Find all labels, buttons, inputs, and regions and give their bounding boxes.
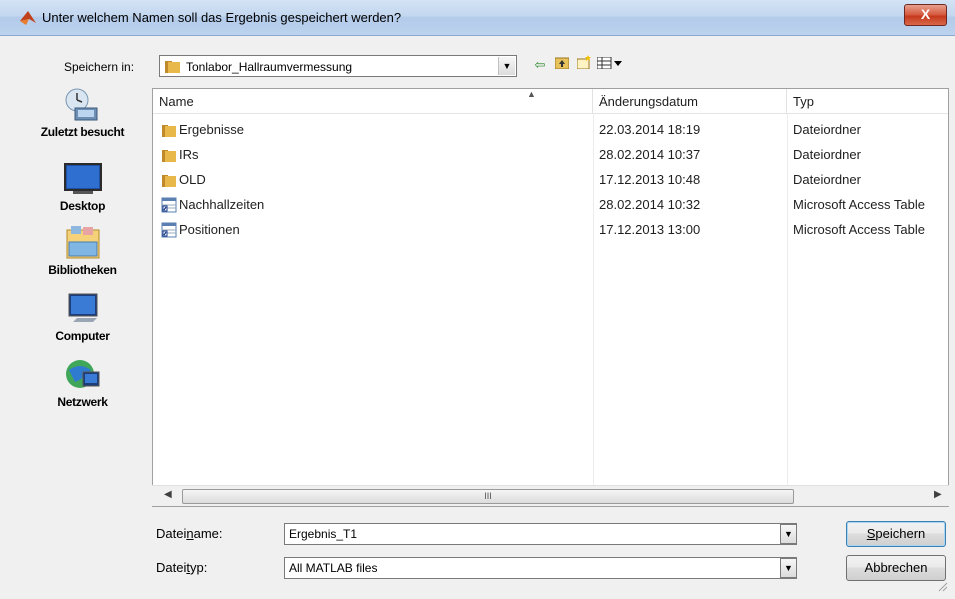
- filetype-select[interactable]: All MATLAB files: [284, 557, 797, 579]
- file-date: 28.02.2014 10:37: [599, 147, 701, 162]
- file-name: Positionen: [179, 222, 240, 237]
- folder-icon: [165, 61, 180, 73]
- window-title: Unter welchem Namen soll das Ergebnis ge…: [42, 10, 402, 25]
- places-bar: Zuletzt besucht Desktop Bibliotheken Com…: [20, 88, 145, 518]
- folder-icon: [162, 150, 176, 162]
- access-table-icon: [161, 197, 177, 213]
- file-date: 17.12.2013 13:00: [599, 222, 701, 237]
- file-row[interactable]: IRs 28.02.2014 10:37 Dateiordner: [153, 143, 948, 168]
- matlab-icon: [20, 11, 36, 25]
- file-date: 17.12.2013 10:48: [599, 172, 701, 187]
- place-desktop[interactable]: Desktop: [20, 162, 145, 224]
- look-in-value: Tonlabor_Hallraumvermessung: [186, 60, 353, 74]
- title-bar: Unter welchem Namen soll das Ergebnis ge…: [0, 0, 955, 36]
- scroll-left-icon[interactable]: ◀: [164, 489, 172, 500]
- file-name: Ergebnisse: [179, 122, 245, 137]
- recent-places-icon: [63, 88, 103, 122]
- place-network[interactable]: Netzwerk: [20, 358, 145, 420]
- file-date: 22.03.2014 18:19: [599, 122, 701, 137]
- chevron-down-icon[interactable]: ▼: [498, 57, 515, 75]
- network-icon: [63, 358, 103, 392]
- up-folder-icon[interactable]: [552, 55, 572, 75]
- file-type: Dateiordner: [793, 172, 861, 187]
- computer-icon: [63, 292, 103, 326]
- desktop-icon: [63, 162, 103, 196]
- file-date: 28.02.2014 10:32: [599, 197, 701, 212]
- place-label: Bibliotheken: [48, 263, 117, 277]
- folder-icon: [162, 125, 176, 137]
- view-menu-icon[interactable]: [596, 55, 624, 75]
- back-arrow-icon[interactable]: ⇦: [530, 55, 550, 75]
- file-name: Nachhallzeiten: [179, 197, 265, 212]
- cancel-button[interactable]: Abbrechen: [846, 555, 946, 581]
- place-label: Zuletzt besucht: [40, 125, 125, 139]
- folder-icon: [162, 175, 176, 187]
- file-type: Dateiordner: [793, 122, 861, 137]
- list-header: Name ▲ Änderungsdatum Typ: [153, 89, 948, 114]
- save-dialog: Speichern in: Tonlabor_Hallraumvermessun…: [6, 36, 949, 593]
- file-list[interactable]: Name ▲ Änderungsdatum Typ Ergebnisse 22.…: [152, 88, 949, 507]
- filename-input[interactable]: Ergebnis_T1: [284, 523, 797, 545]
- place-label: Desktop: [59, 199, 106, 213]
- access-table-icon: [161, 222, 177, 238]
- look-in-combobox[interactable]: Tonlabor_Hallraumvermessung ▼: [159, 55, 517, 77]
- place-libraries[interactable]: Bibliotheken: [20, 226, 145, 288]
- file-type: Dateiordner: [793, 147, 861, 162]
- place-label: Netzwerk: [57, 395, 108, 409]
- horizontal-scrollbar[interactable]: ◀ III ▶: [152, 485, 949, 506]
- file-row[interactable]: Nachhallzeiten 28.02.2014 10:32 Microsof…: [153, 193, 948, 218]
- look-in-label: Speichern in:: [64, 60, 135, 74]
- place-recent[interactable]: Zuletzt besucht: [20, 88, 145, 150]
- sort-ascending-icon: ▲: [527, 89, 536, 99]
- save-button[interactable]: Speichern: [846, 521, 946, 547]
- scrollbar-thumb[interactable]: III: [182, 489, 794, 504]
- file-name: OLD: [179, 172, 206, 187]
- new-folder-icon[interactable]: [574, 55, 594, 75]
- file-row[interactable]: OLD 17.12.2013 10:48 Dateiordner: [153, 168, 948, 193]
- place-label: Computer: [55, 329, 110, 343]
- file-type: Microsoft Access Table: [793, 222, 925, 237]
- libraries-icon: [63, 226, 103, 260]
- chevron-down-icon[interactable]: ▼: [780, 558, 797, 578]
- file-row[interactable]: Ergebnisse 22.03.2014 18:19 Dateiordner: [153, 118, 948, 143]
- chevron-down-icon[interactable]: ▼: [780, 524, 797, 544]
- filetype-label: Dateityp:: [156, 560, 208, 575]
- close-button[interactable]: X: [904, 4, 947, 26]
- file-row[interactable]: Positionen 17.12.2013 13:00 Microsoft Ac…: [153, 218, 948, 243]
- file-type: Microsoft Access Table: [793, 197, 925, 212]
- file-name: IRs: [179, 147, 199, 162]
- scroll-right-icon[interactable]: ▶: [934, 489, 942, 500]
- column-header-type[interactable]: Typ: [787, 89, 948, 114]
- filename-label: Dateiname:: [156, 526, 223, 541]
- resize-grip-icon[interactable]: [936, 580, 948, 592]
- column-header-date[interactable]: Änderungsdatum: [593, 89, 787, 114]
- place-computer[interactable]: Computer: [20, 292, 145, 354]
